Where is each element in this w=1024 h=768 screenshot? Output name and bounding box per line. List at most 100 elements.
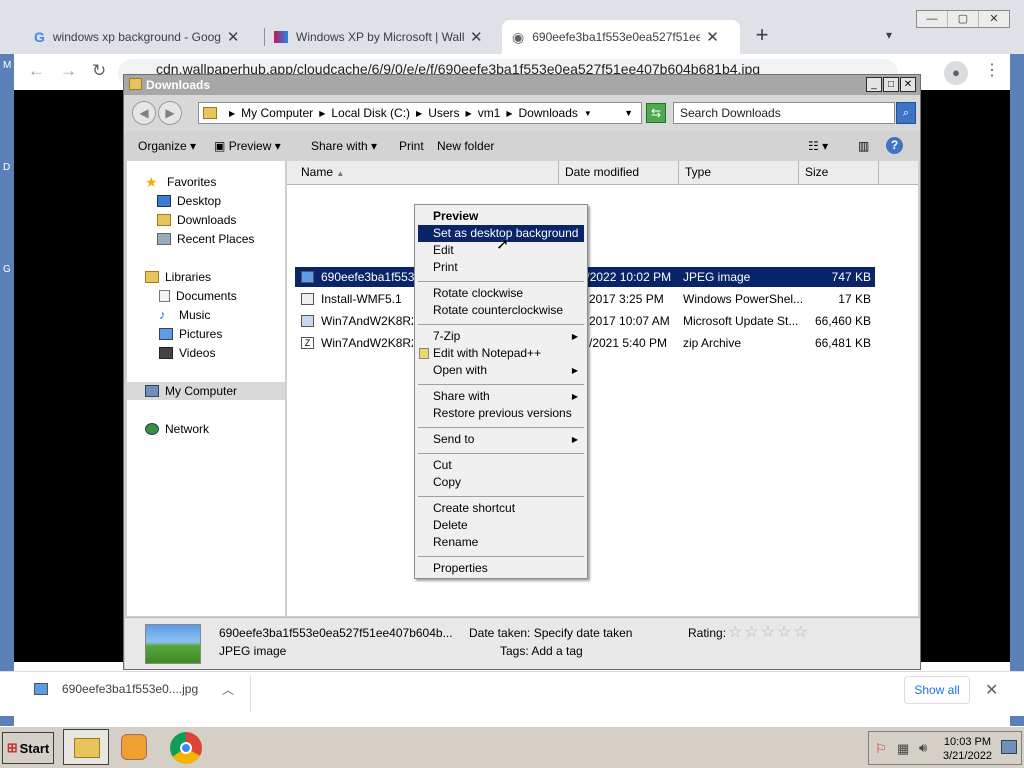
nav-network[interactable]: Network bbox=[127, 420, 285, 438]
explorer-titlebar[interactable]: Downloads _ □ ✕ bbox=[124, 75, 920, 95]
menu-separator bbox=[418, 453, 584, 454]
rating-stars[interactable]: ☆ ☆ ☆ ☆ ☆ bbox=[728, 622, 810, 642]
new-folder-button[interactable]: New folder bbox=[437, 139, 494, 153]
back-arrow-icon[interactable]: ← bbox=[28, 60, 45, 82]
organize-button[interactable]: Organize ▾ bbox=[138, 139, 196, 153]
menu-item-share-with[interactable]: Share with ▶ bbox=[418, 388, 584, 405]
menu-item-create-shortcut[interactable]: Create shortcut bbox=[418, 500, 584, 517]
details-rating-label: Rating: bbox=[688, 626, 727, 640]
details-date-taken[interactable]: Date taken: Specify date taken bbox=[469, 626, 632, 640]
close-icon[interactable]: ✕ bbox=[470, 28, 483, 46]
menu-item-open-with[interactable]: Open with ▶ bbox=[418, 362, 584, 379]
jpeg-file-icon bbox=[301, 271, 314, 283]
menu-item-edit-notepad[interactable]: Edit with Notepad++ bbox=[418, 345, 584, 362]
breadcrumb-users[interactable]: Users bbox=[428, 106, 459, 120]
nav-pictures[interactable]: Pictures bbox=[127, 325, 285, 343]
menu-item-send-to[interactable]: Send to ▶ bbox=[418, 431, 584, 448]
breadcrumb-downloads[interactable]: Downloads bbox=[519, 106, 578, 120]
flag-icon[interactable]: ⚐ bbox=[875, 741, 887, 757]
pictures-icon bbox=[159, 328, 173, 340]
menu-item-restore-previous[interactable]: Restore previous versions bbox=[418, 405, 584, 422]
new-tab-button[interactable]: + bbox=[752, 24, 772, 46]
show-desktop-icon[interactable] bbox=[1001, 740, 1017, 754]
chevron-down-icon[interactable]: ▼ bbox=[624, 108, 633, 118]
media-player-icon[interactable] bbox=[119, 732, 149, 762]
column-header-date[interactable]: Date modified bbox=[559, 161, 679, 184]
menu-item-preview[interactable]: Preview bbox=[418, 208, 584, 225]
taskbar-explorer-button[interactable] bbox=[63, 729, 109, 765]
tab-image-active[interactable]: ◉ 690eefe3ba1f553e0ea527f51ee407 ✕ bbox=[502, 20, 740, 54]
help-icon[interactable]: ? bbox=[886, 137, 903, 154]
chevron-up-icon[interactable]: ︿ bbox=[222, 681, 234, 698]
tab-wallpaper[interactable]: Windows XP by Microsoft | Wallpap ✕ bbox=[264, 20, 502, 54]
search-input[interactable]: Search Downloads bbox=[673, 102, 895, 124]
menu-item-cut[interactable]: Cut bbox=[418, 457, 584, 474]
thumbnail-image bbox=[145, 624, 201, 664]
share-with-button[interactable]: Share with ▾ bbox=[311, 139, 377, 153]
menu-item-copy[interactable]: Copy bbox=[418, 474, 584, 491]
search-icon[interactable]: ⌕ bbox=[896, 102, 916, 124]
breadcrumb[interactable]: ▶ My Computer ▶ Local Disk (C:) ▶ Users ▶ vm… bbox=[198, 102, 642, 124]
documents-icon bbox=[159, 290, 170, 302]
menu-item-rotate-counterclockwise[interactable]: Rotate counterclockwise bbox=[418, 302, 584, 319]
show-all-button[interactable]: Show all bbox=[904, 676, 970, 704]
back-arrow-icon[interactable]: ◀ bbox=[132, 101, 156, 125]
forward-arrow-icon[interactable]: → bbox=[60, 60, 77, 82]
refresh-icon[interactable]: ⇆ bbox=[646, 103, 666, 123]
nav-desktop[interactable]: Desktop bbox=[127, 192, 285, 210]
nav-music[interactable]: ♪ Music bbox=[127, 306, 285, 324]
forward-arrow-icon[interactable]: ▶ bbox=[158, 101, 182, 125]
breadcrumb-my-computer[interactable]: My Computer bbox=[241, 106, 313, 120]
print-button[interactable]: Print bbox=[399, 139, 424, 153]
folder-icon bbox=[129, 78, 142, 90]
menu-item-properties[interactable]: Properties bbox=[418, 560, 584, 577]
maximize-button[interactable]: □ bbox=[883, 77, 899, 92]
menu-item-delete[interactable]: Delete bbox=[418, 517, 584, 534]
view-options-icon[interactable]: ☷ ▾ bbox=[808, 139, 828, 153]
nav-videos[interactable]: Videos bbox=[127, 344, 285, 362]
chevron-down-icon[interactable]: ▾ bbox=[886, 28, 892, 42]
window-title: Downloads bbox=[146, 78, 211, 92]
tab-title: windows xp background - Google S bbox=[52, 30, 221, 44]
minimize-button[interactable]: _ bbox=[866, 77, 882, 92]
chrome-icon[interactable] bbox=[170, 732, 202, 764]
maximize-button[interactable]: ▢ bbox=[947, 11, 978, 27]
reload-icon[interactable]: ↻ bbox=[92, 60, 106, 82]
preview-button[interactable]: ▣ Preview ▾ bbox=[214, 139, 281, 153]
column-header-type[interactable]: Type bbox=[679, 161, 799, 184]
menu-item-print[interactable]: Print bbox=[418, 259, 584, 276]
menu-item-rotate-clockwise[interactable]: Rotate clockwise bbox=[418, 285, 584, 302]
download-filename[interactable]: 690eefe3ba1f553e0....jpg bbox=[62, 682, 198, 696]
column-header-size[interactable]: Size bbox=[799, 161, 879, 184]
network-icon bbox=[145, 423, 159, 435]
start-button[interactable]: ⊞ Start bbox=[2, 732, 54, 764]
tab-google-search[interactable]: G windows xp background - Google S ✕ bbox=[24, 20, 262, 54]
close-button[interactable]: ✕ bbox=[900, 77, 916, 92]
column-header-name[interactable]: Name ▲ bbox=[295, 161, 559, 184]
preview-pane-icon[interactable]: ▥ bbox=[858, 139, 869, 153]
volume-icon[interactable]: 🔊︎ bbox=[919, 740, 927, 756]
menu-dots-icon[interactable]: ⋮ bbox=[984, 60, 1000, 80]
close-icon[interactable]: ✕ bbox=[227, 28, 240, 46]
submenu-arrow-icon: ▶ bbox=[571, 366, 578, 375]
menu-item-7zip[interactable]: 7-Zip ▶ bbox=[418, 328, 584, 345]
nav-recent-places[interactable]: Recent Places bbox=[127, 230, 285, 248]
clock[interactable]: 10:03 PM 3/21/2022 bbox=[943, 735, 992, 763]
close-icon[interactable]: ✕ bbox=[985, 680, 998, 700]
nav-documents[interactable]: Documents bbox=[127, 287, 285, 305]
nav-downloads[interactable]: Downloads bbox=[127, 211, 285, 229]
wallpaper-icon bbox=[274, 31, 288, 43]
breadcrumb-local-disk[interactable]: Local Disk (C:) bbox=[331, 106, 410, 120]
minimize-button[interactable]: — bbox=[917, 11, 947, 27]
nav-favorites[interactable]: ★ Favorites bbox=[127, 173, 285, 191]
profile-avatar[interactable]: ● bbox=[944, 61, 968, 85]
close-button[interactable]: ✕ bbox=[978, 11, 1009, 27]
nav-my-computer[interactable]: My Computer bbox=[127, 382, 285, 400]
breadcrumb-vm1[interactable]: vm1 bbox=[478, 106, 501, 120]
close-icon[interactable]: ✕ bbox=[706, 28, 719, 46]
network-tray-icon[interactable]: ▦ bbox=[897, 741, 909, 757]
edge-letter: M bbox=[3, 60, 12, 71]
details-tags[interactable]: Tags: Add a tag bbox=[500, 644, 583, 658]
nav-libraries[interactable]: Libraries bbox=[127, 268, 285, 286]
menu-item-rename[interactable]: Rename bbox=[418, 534, 584, 551]
